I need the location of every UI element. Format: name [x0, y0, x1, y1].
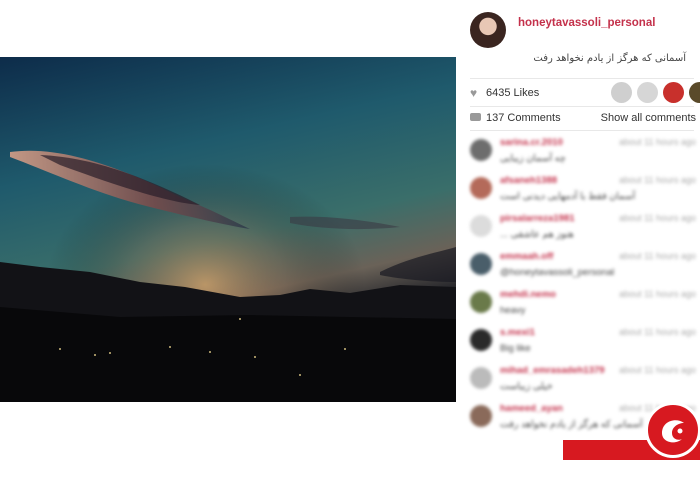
show-all-comments-link[interactable]: Show all comments — [601, 112, 696, 124]
commenter-avatar[interactable] — [470, 367, 492, 389]
watermark-badge: باشگاه خبرنگاران — [563, 400, 700, 495]
profile-avatar[interactable] — [470, 12, 506, 48]
comment-text: ... هنوز هم عاشقی — [500, 229, 574, 240]
post-header: honeytavassoli_personal — [470, 12, 700, 52]
commenter-avatar[interactable] — [470, 291, 492, 313]
comment-timestamp: about 11 hours ago — [619, 365, 696, 375]
comment-text: @honeytavassoli_personal — [500, 267, 615, 278]
post-sidebar: honeytavassoli_personal آسمانی که هرگز ا… — [456, 0, 700, 460]
comment-timestamp: about 11 hours ago — [619, 213, 696, 223]
comment-text: Big like — [500, 343, 531, 354]
divider — [470, 78, 694, 79]
heart-icon[interactable]: ♥ — [470, 86, 477, 100]
comment-timestamp: about 11 hours ago — [619, 327, 696, 337]
commenter-avatar[interactable] — [470, 215, 492, 237]
comment-timestamp: about 11 hours ago — [619, 251, 696, 261]
watermark-logo — [645, 402, 700, 458]
likes-count: 6435 Likes — [486, 87, 540, 99]
commenter-username[interactable]: afsaneh1388 — [500, 175, 557, 186]
commenter-username[interactable]: s.mexi1 — [500, 327, 535, 338]
comment-bubble-icon — [470, 113, 481, 121]
comment-item: sarina.cr.2010 about 11 hours ago چه آسمان… — [470, 136, 696, 174]
commenter-username[interactable]: mihad_emrasadeh1379 — [500, 365, 605, 376]
commenter-avatar[interactable] — [470, 405, 492, 427]
post-caption: آسمانی که هرگز از یادم نخواهد رفت — [533, 53, 686, 64]
commenter-avatar[interactable] — [470, 177, 492, 199]
commenter-username[interactable]: hameed_ayan — [500, 403, 563, 414]
likes-row: ♥ 6435 Likes — [470, 82, 700, 106]
divider — [470, 130, 694, 131]
comment-item: mihad_emrasadeh1379 about 11 hours ago خیل… — [470, 364, 696, 402]
commenter-username[interactable]: pirsalarreza1981 — [500, 213, 574, 224]
comment-timestamp: about 11 hours ago — [619, 137, 696, 147]
commenter-avatar[interactable] — [470, 139, 492, 161]
comment-item: s.mexi1 about 11 hours ago Big like — [470, 326, 696, 364]
comment-text: آسمان فقط با آدمهایی دیدنی است — [500, 191, 636, 202]
post-photo[interactable] — [0, 57, 456, 402]
liker-avatar[interactable] — [637, 82, 658, 103]
liker-avatar[interactable] — [689, 82, 700, 103]
comments-row: 137 Comments Show all comments — [470, 110, 696, 128]
sunset-sky-image — [0, 57, 456, 402]
comment-text: چه آسمان زیبایی — [500, 153, 566, 164]
comment-text: heavy — [500, 305, 526, 316]
commenter-avatar[interactable] — [470, 253, 492, 275]
watermark-text: باشگاه خبرنگاران — [569, 483, 659, 495]
comment-item: pirsalarreza1981 about 11 hours ago ... هن… — [470, 212, 696, 250]
liker-avatar[interactable] — [611, 82, 632, 103]
commenter-avatar[interactable] — [470, 329, 492, 351]
commenter-username[interactable]: mehdi.nemo — [500, 289, 556, 300]
comment-item: afsaneh1388 about 11 hours ago آسمان فقط ب… — [470, 174, 696, 212]
liker-avatar[interactable] — [663, 82, 684, 103]
commenter-username[interactable]: emmaah.off — [500, 251, 553, 262]
comment-item: emmaah.off about 11 hours ago @honeytavass… — [470, 250, 696, 288]
comment-text: خیلی زیباست — [500, 381, 553, 392]
comment-item: mehdi.nemo about 11 hours ago heavy — [470, 288, 696, 326]
divider — [470, 106, 694, 107]
logo-icon — [662, 420, 684, 443]
commenter-username[interactable]: sarina.cr.2010 — [500, 137, 563, 148]
username-link[interactable]: honeytavassoli_personal — [518, 17, 655, 29]
comment-timestamp: about 11 hours ago — [619, 289, 696, 299]
comments-count: 137 Comments — [486, 112, 561, 124]
comment-timestamp: about 11 hours ago — [619, 175, 696, 185]
